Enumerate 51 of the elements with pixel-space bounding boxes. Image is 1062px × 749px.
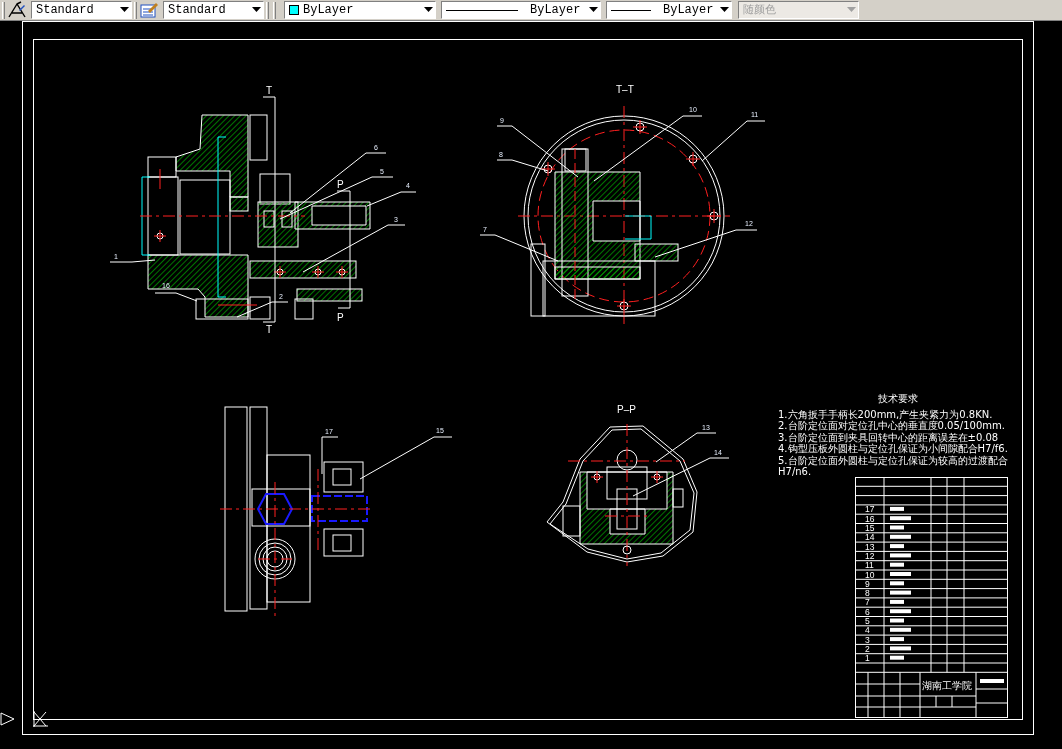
section-mark: T bbox=[266, 85, 273, 96]
leader-line bbox=[236, 301, 289, 318]
note-line: 1.六角扳手手柄长200mm,产生夹紧力为0.8KN. bbox=[778, 408, 994, 420]
section-mark: P bbox=[337, 312, 344, 323]
notes-title: 技术要求 bbox=[877, 393, 919, 405]
part-number: 9 bbox=[865, 578, 870, 589]
drafting-tool-icon bbox=[7, 1, 27, 19]
part-number: 7 bbox=[865, 597, 870, 608]
section-mark: P bbox=[337, 179, 344, 190]
dimension-style-dropdown[interactable]: Standard bbox=[163, 1, 264, 19]
part-number: 15 bbox=[865, 523, 875, 533]
caret-icon bbox=[720, 7, 729, 13]
note-line: 5.台阶定位面外圆柱与定位孔保证为较高的过渡配合H7/n6. bbox=[778, 454, 1009, 478]
caret-icon bbox=[252, 7, 261, 13]
leader-line bbox=[321, 436, 339, 475]
note-line: 3.台阶定位面到夹具回转中心的距离误差在±0.08 bbox=[778, 431, 1000, 443]
ucs-icon bbox=[32, 710, 49, 728]
part-number: 12 bbox=[865, 550, 875, 561]
part-number: 3 bbox=[865, 634, 870, 645]
leader-line bbox=[109, 259, 156, 263]
note-line: 2.台阶定位面对定位孔中心的垂直度0.05/100mm. bbox=[778, 420, 1006, 432]
linetype-dropdown[interactable]: ByLayer bbox=[441, 1, 601, 19]
part-number: 6 bbox=[865, 606, 870, 617]
caret-icon bbox=[120, 7, 129, 13]
pencil-table-icon bbox=[139, 1, 159, 19]
note-line: 4.钩型压板外圆柱与定位孔保证为小间隙配合H7/f6. bbox=[778, 443, 1009, 454]
leader-line bbox=[154, 292, 198, 302]
caret-icon bbox=[589, 7, 598, 13]
part-number: 1 bbox=[865, 653, 870, 664]
section-mark: T bbox=[266, 324, 273, 335]
view-title: P–P bbox=[617, 404, 636, 415]
part-number: 8 bbox=[865, 588, 870, 599]
part-number: 11 bbox=[865, 560, 874, 571]
line-sample-icon bbox=[446, 9, 518, 11]
part-number: 13 bbox=[865, 541, 875, 552]
school-name: 湖南工学院 bbox=[922, 680, 972, 691]
line-sample-icon bbox=[611, 9, 651, 11]
color-dropdown[interactable]: ByLayer bbox=[284, 1, 436, 19]
caret-icon bbox=[847, 7, 856, 13]
text-style-dropdown[interactable]: Standard bbox=[31, 1, 132, 19]
lineweight-dropdown[interactable]: ByLayer bbox=[606, 1, 732, 19]
view-title: T–T bbox=[616, 84, 634, 95]
part-number: 16 bbox=[865, 513, 875, 524]
part-number: 4 bbox=[865, 625, 870, 636]
arrow-marker-icon bbox=[0, 712, 15, 726]
part-number: 10 bbox=[865, 569, 875, 580]
part-number: 2 bbox=[865, 643, 870, 654]
part-number: 5 bbox=[865, 616, 870, 626]
caret-icon bbox=[424, 7, 433, 13]
part-number: 17 bbox=[865, 504, 875, 515]
part-number: 14 bbox=[865, 532, 875, 543]
